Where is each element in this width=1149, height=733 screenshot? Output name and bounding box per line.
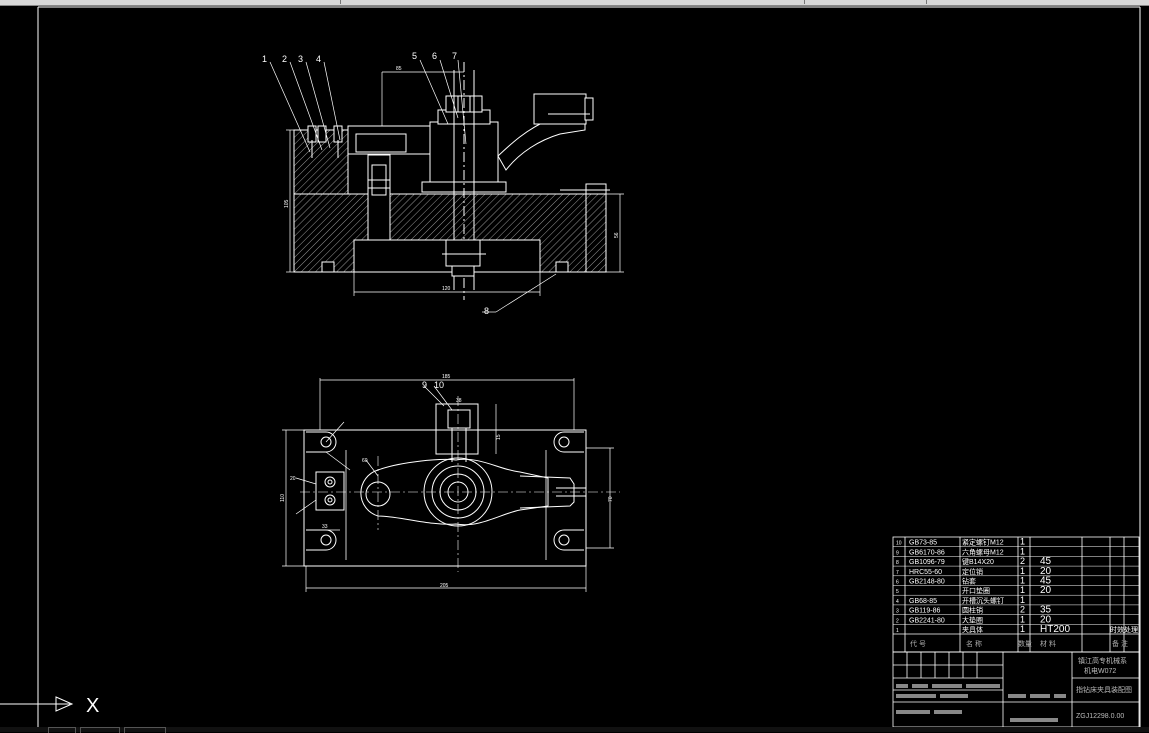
bom-cell-index: 5 — [896, 589, 899, 595]
drawing-number: ZGJ12298.0.00 — [1076, 713, 1124, 720]
bom-header: 代 号 名 称 数量 材 料 备 注 — [910, 639, 1128, 648]
company-name: 镇江高专机械系 — [1078, 656, 1127, 665]
bom-cell-qty: 1 — [1020, 546, 1025, 556]
bom-cell-qty: 1 — [1020, 537, 1025, 547]
balloon-8: 8 — [484, 306, 489, 316]
cad-drawing-canvas[interactable]: 1 2 3 4 5 6 7 8 105 56 120 85 9 10 185 3… — [0, 5, 1149, 727]
bom-cell-name: 钻套 — [962, 577, 976, 586]
balloon-5: 5 — [412, 51, 417, 61]
bom-cell-qty: 1 — [1020, 595, 1025, 605]
bom-cell-index: 1 — [896, 628, 899, 634]
bom-cell-qty: 1 — [1020, 585, 1025, 595]
ucs-x-label: X — [86, 695, 99, 717]
dim-185: 185 — [442, 374, 451, 380]
hex-nut-bottom — [445, 239, 481, 267]
bom-cell-code: GB2148-80 — [909, 579, 945, 586]
bom-cell-qty: 1 — [1020, 624, 1025, 634]
dim-56: 56 — [614, 232, 620, 238]
bom-cell-name: 定位销 — [962, 567, 983, 576]
front-section-view[interactable] — [269, 59, 624, 313]
locating-pin-block — [315, 471, 345, 511]
toolbar-segment — [344, 0, 805, 4]
title-block-text: 镇江高专机械系 机电W072 指钻床夹具装配图 ZGJ12298.0.00 — [1076, 656, 1132, 720]
balloon-1: 1 — [262, 54, 267, 64]
bom-cell-name: 键B14X20 — [962, 557, 994, 566]
bom-cell-qty: 2 — [1020, 605, 1025, 615]
layout-tab[interactable] — [80, 727, 120, 733]
bom-cell-qty: 1 — [1020, 614, 1025, 624]
bom-cell-name: 紧定螺钉M12 — [962, 538, 1004, 547]
bom-cell-name: 开口垫圈 — [962, 586, 990, 595]
bom-cell-code: GB73-85 — [909, 540, 937, 547]
toolbar-segment — [0, 0, 341, 4]
dim-110: 110 — [280, 494, 286, 502]
layout-tab[interactable] — [48, 727, 76, 733]
bom-cell-qty: 1 — [1020, 576, 1025, 586]
layout-tab[interactable] — [124, 727, 166, 733]
dim-20: 20 — [290, 476, 296, 482]
drawing-title: 指钻床夹具装配图 — [1076, 685, 1132, 694]
dim-105: 105 — [284, 199, 290, 208]
bom-cell-code: GB6170-86 — [909, 549, 945, 556]
bom-cell-index: 10 — [896, 541, 902, 547]
bottom-tab-strip[interactable] — [0, 727, 1149, 733]
bom-cell-material: 20 — [1040, 585, 1052, 596]
bom-cell-qty: 2 — [1020, 556, 1025, 566]
top-dim-texts: 185 38 15 70 110 205 60 33 20 — [280, 374, 614, 589]
balloon-3: 3 — [298, 54, 303, 64]
bom-cell-code: GB68-85 — [909, 598, 937, 605]
bom-rows: 10 GB73-85 紧定螺钉M12 1 9 GB6170-86 六角螺母M12 1 8 GB10… — [893, 537, 1139, 635]
clamp-screw-housing — [435, 403, 479, 455]
bom-cell-qty: 1 — [1020, 566, 1025, 576]
bom-cell-code: HRC55-60 — [909, 569, 942, 576]
bom-cell-name: 夹具体 — [962, 625, 983, 634]
bom-cell-note: 时效处理 — [1110, 625, 1138, 634]
balloon-7: 7 — [452, 51, 457, 61]
bom-cell-index: 7 — [896, 570, 899, 576]
ucs-icon — [0, 696, 74, 712]
bom-header-name: 名 称 — [966, 639, 982, 648]
toolbar-segment — [806, 0, 927, 4]
bom-cell-code: GB119-86 — [909, 608, 940, 615]
bom-header-code: 代 号 — [910, 639, 926, 648]
class-name: 机电W072 — [1084, 666, 1116, 675]
bom-cell-name: 圆柱销 — [962, 606, 983, 615]
bom-cell-name: 六角螺母M12 — [962, 547, 1004, 556]
corner-slots — [306, 431, 584, 551]
top-centerlines — [300, 396, 620, 572]
balloon-4: 4 — [316, 54, 321, 64]
bom-cell-index: 4 — [896, 599, 899, 605]
bom-header-qty: 数量 — [1018, 639, 1032, 648]
top-balloons: 9 10 — [422, 380, 444, 390]
bom-header-note: 备 注 — [1112, 639, 1128, 648]
balloon-9: 9 — [422, 380, 427, 390]
bom-cell-index: 6 — [896, 580, 899, 586]
bom-cell-code: GB2241-80 — [909, 617, 945, 624]
balloon-6: 6 — [432, 51, 437, 61]
dim-70: 70 — [608, 496, 614, 502]
dim-60: 60 — [362, 458, 368, 464]
bom-cell-name: 开槽沉头螺钉 — [962, 596, 1004, 605]
dim-15: 15 — [496, 434, 502, 440]
balloon-10: 10 — [434, 380, 444, 390]
bom-cell-material: HT200 — [1040, 624, 1070, 635]
bom-cell-index: 8 — [896, 560, 899, 566]
bom-cell-index: 2 — [896, 618, 899, 624]
base-lug-section — [585, 193, 607, 273]
bom-cell-index: 9 — [896, 550, 899, 556]
dim-38: 38 — [456, 398, 462, 404]
dim-205: 205 — [440, 583, 449, 589]
dim-85: 85 — [396, 66, 402, 72]
balloon-2: 2 — [282, 54, 287, 64]
bom-cell-index: 3 — [896, 609, 899, 615]
top-view[interactable] — [282, 378, 620, 592]
dim-120: 120 — [442, 286, 451, 292]
bom-cell-name: 大垫圈 — [962, 615, 983, 624]
bom-cell-code: GB1096-79 — [909, 559, 945, 566]
bom-header-material: 材 料 — [1040, 639, 1056, 648]
dim-33: 33 — [322, 524, 328, 530]
